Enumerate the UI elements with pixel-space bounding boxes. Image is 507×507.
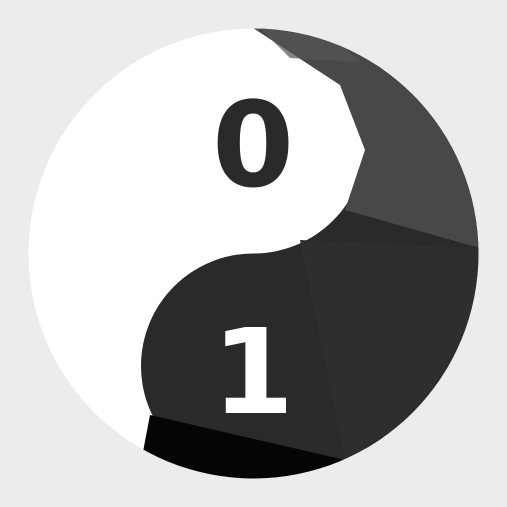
top-digit-zero: 0 bbox=[212, 76, 294, 214]
app-icon-canvas: 0 1 bbox=[0, 0, 507, 507]
bottom-digit-one: 1 bbox=[212, 303, 294, 441]
yin-yang-binary-logo: 0 1 bbox=[28, 28, 479, 479]
